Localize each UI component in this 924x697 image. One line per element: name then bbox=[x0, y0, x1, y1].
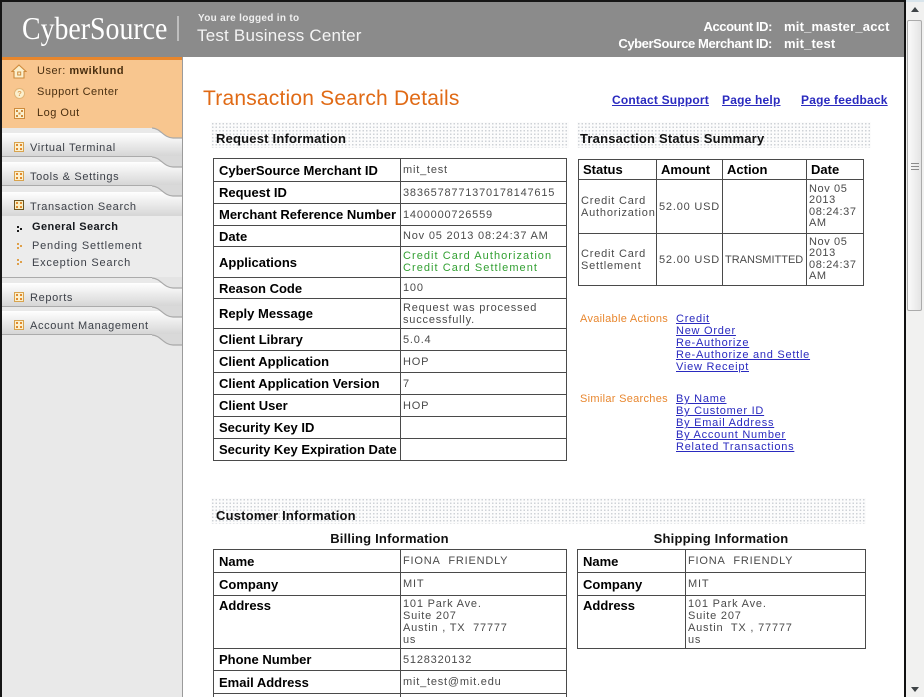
svg-text:?: ? bbox=[17, 89, 22, 98]
